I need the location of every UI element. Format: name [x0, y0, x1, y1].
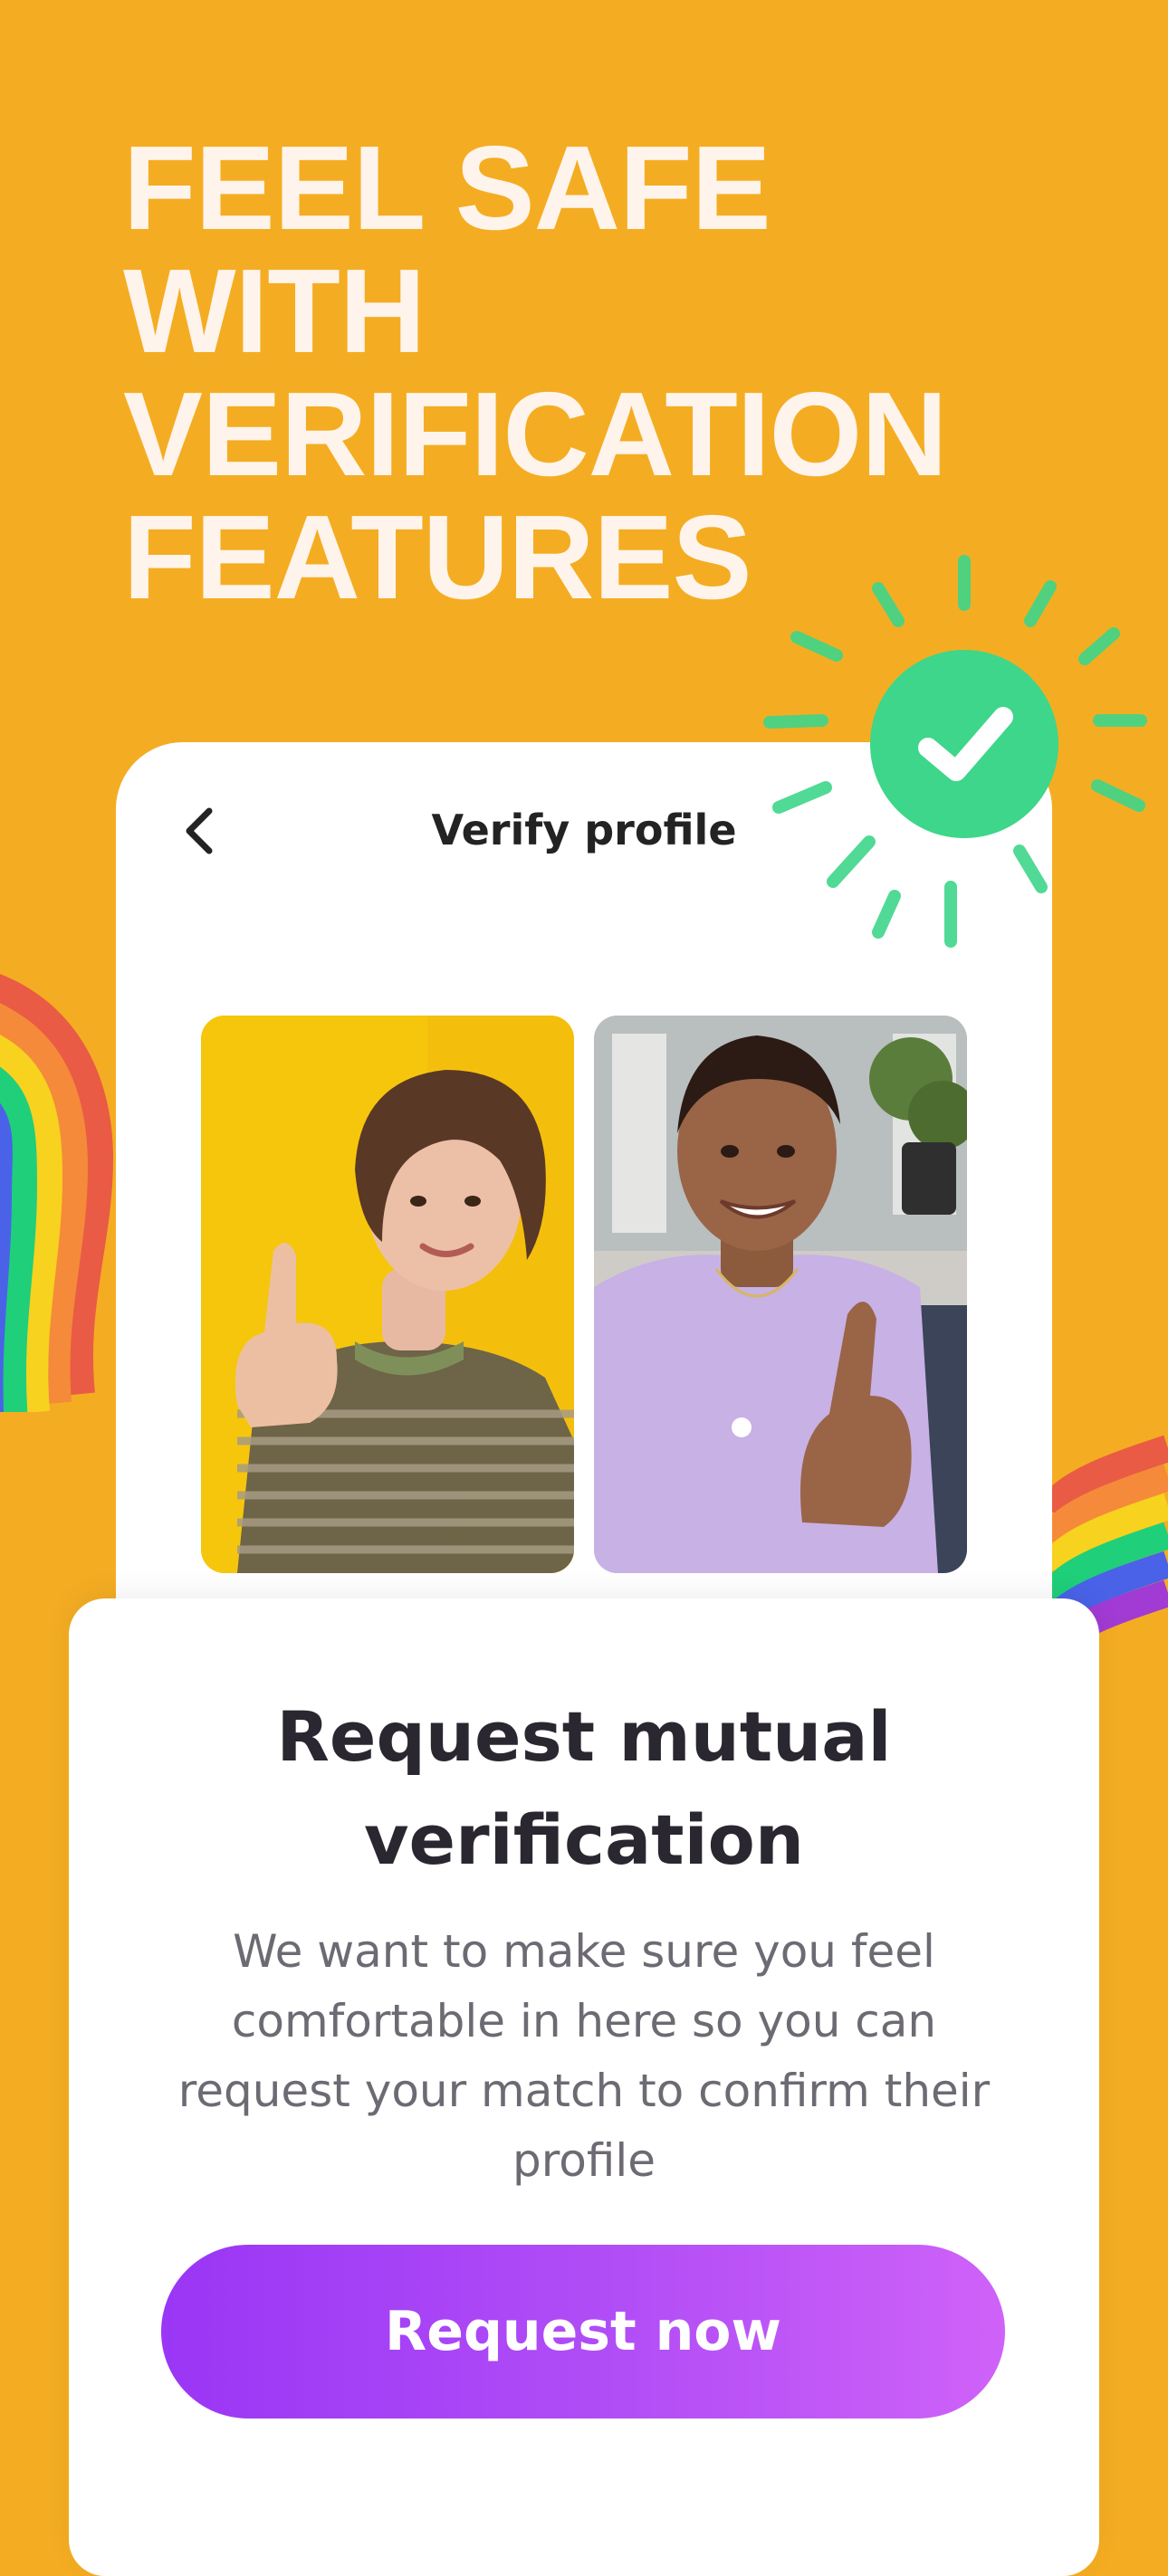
- request-now-button[interactable]: Request now: [161, 2245, 1005, 2419]
- mutual-verification-sheet: Request mutual verification We want to m…: [69, 1598, 1099, 2576]
- profile-photo-1: [201, 1016, 574, 1573]
- profile-photo-2: [594, 1016, 967, 1573]
- sheet-description: We want to make sure you feel comfortabl…: [177, 1925, 991, 2187]
- sheet-title: Request mutual verification: [276, 1696, 892, 1880]
- verified-badge: [763, 555, 1147, 948]
